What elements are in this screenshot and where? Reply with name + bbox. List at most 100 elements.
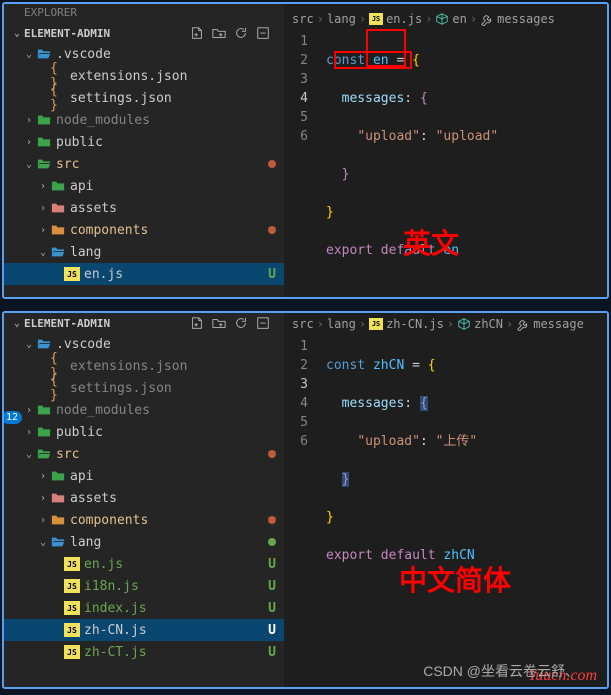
tree-file-extensions[interactable]: { }extensions.json: [4, 65, 284, 87]
folder-icon: [36, 156, 52, 172]
tree-folder-api[interactable]: › api: [4, 175, 284, 197]
tree-file-settings[interactable]: { }settings.json: [4, 377, 284, 399]
refresh-icon[interactable]: [234, 316, 248, 330]
js-icon: JS: [64, 557, 80, 571]
folder-icon: [36, 112, 52, 128]
folder-icon: [36, 336, 52, 352]
folder-icon: [50, 178, 66, 194]
breadcrumb-part[interactable]: zh-CN.js: [386, 317, 444, 331]
breadcrumb-part[interactable]: en: [452, 12, 466, 26]
breadcrumb[interactable]: src› lang› JS zh-CN.js› zhCN› message: [284, 313, 607, 335]
tree-file-en-js[interactable]: JSen.jsU: [4, 553, 284, 575]
breadcrumb-part[interactable]: message: [533, 317, 584, 331]
tree-label: node_modules: [56, 403, 276, 418]
tree-folder-src[interactable]: ⌄src: [4, 153, 284, 175]
tree-folder-api[interactable]: › api: [4, 465, 284, 487]
tree-label: src: [56, 447, 268, 462]
tree-folder-components[interactable]: ›components: [4, 509, 284, 531]
tree-label: node_modules: [56, 113, 276, 128]
tree-label: assets: [70, 491, 276, 506]
line-gutter: 123 456: [284, 30, 326, 299]
tree-file-i18n-js[interactable]: JSi18n.jsU: [4, 575, 284, 597]
git-status-u: U: [268, 645, 276, 660]
breadcrumb-part[interactable]: en.js: [386, 12, 422, 26]
tree-folder-lang[interactable]: ⌄lang: [4, 241, 284, 263]
chevron-right-icon: ›: [36, 471, 50, 482]
modified-dot-icon: [268, 226, 276, 234]
tree-label: api: [70, 469, 276, 484]
breadcrumb-part[interactable]: src: [292, 317, 314, 331]
collapse-icon[interactable]: [256, 316, 270, 330]
tree-label: public: [56, 135, 276, 150]
code-editor[interactable]: const en = { messages: { "upload": "uplo…: [326, 30, 607, 299]
breadcrumb-part[interactable]: src: [292, 12, 314, 26]
tree-folder-lang[interactable]: ⌄lang: [4, 531, 284, 553]
folder-icon: [36, 424, 52, 440]
js-icon: JS: [64, 645, 80, 659]
tree-folder-node-modules[interactable]: › node_modules: [4, 109, 284, 131]
breadcrumb-part[interactable]: messages: [497, 12, 555, 26]
tree-label: api: [70, 179, 276, 194]
tree-folder-vscode[interactable]: ⌄.vscode: [4, 43, 284, 65]
activity-badge: 12: [2, 411, 22, 424]
section-header[interactable]: ⌄ ELEMENT-ADMIN: [4, 23, 284, 43]
git-status-u: U: [268, 267, 276, 282]
js-icon: JS: [64, 601, 80, 615]
tree-label: index.js: [84, 601, 268, 616]
tree-file-zh-cn-js[interactable]: JSzh-CN.jsU: [4, 619, 284, 641]
file-tree[interactable]: ⌄.vscode { }extensions.json { }settings.…: [4, 333, 284, 687]
chevron-right-icon: ›: [22, 115, 36, 126]
tree-folder-public[interactable]: ›public: [4, 131, 284, 153]
wrench-icon: [480, 12, 494, 26]
breadcrumb-part[interactable]: lang: [327, 12, 356, 26]
chevron-right-icon: ›: [36, 225, 50, 236]
modified-dot-icon: [268, 450, 276, 458]
folder-icon: [36, 446, 52, 462]
chevron-down-icon: ⌄: [22, 49, 36, 60]
folder-icon: [50, 200, 66, 216]
file-tree[interactable]: ⌄.vscode { }extensions.json { }settings.…: [4, 43, 284, 297]
breadcrumb-part[interactable]: lang: [327, 317, 356, 331]
tree-folder-node-modules[interactable]: ›node_modules: [4, 399, 284, 421]
new-folder-icon[interactable]: [212, 26, 226, 40]
tree-folder-vscode[interactable]: ⌄.vscode: [4, 333, 284, 355]
tree-label: settings.json: [70, 381, 276, 396]
folder-icon: [36, 46, 52, 62]
tree-folder-src[interactable]: ⌄src: [4, 443, 284, 465]
folder-icon: [50, 244, 66, 260]
chevron-right-icon: ›: [36, 181, 50, 192]
tree-file-settings[interactable]: { }settings.json: [4, 87, 284, 109]
caption-english: 英文: [403, 222, 459, 262]
chevron-down-icon: ⌄: [36, 537, 50, 548]
tree-label: .vscode: [56, 337, 276, 352]
breadcrumb-part[interactable]: zhCN: [474, 317, 503, 331]
breadcrumb[interactable]: src› lang› JS en.js› en› messages: [284, 8, 607, 30]
json-icon: { }: [50, 358, 66, 374]
refresh-icon[interactable]: [234, 26, 248, 40]
tree-file-en-js[interactable]: JSen.jsU: [4, 263, 284, 285]
explorer-label: EXPLORER: [4, 4, 284, 23]
cube-icon: [435, 12, 449, 26]
tree-folder-components[interactable]: ›components: [4, 219, 284, 241]
tree-folder-assets[interactable]: ›assets: [4, 197, 284, 219]
folder-icon: [50, 534, 66, 550]
tree-file-zh-ct-js[interactable]: JSzh-CT.jsU: [4, 641, 284, 663]
section-header[interactable]: ⌄ ELEMENT-ADMIN: [4, 313, 284, 333]
chevron-right-icon: ›: [22, 427, 36, 438]
new-file-icon[interactable]: [190, 316, 204, 330]
tree-folder-public[interactable]: ›public: [4, 421, 284, 443]
chevron-down-icon: ⌄: [36, 247, 50, 258]
section-title: ELEMENT-ADMIN: [24, 27, 190, 40]
folder-icon: [50, 468, 66, 484]
new-file-icon[interactable]: [190, 26, 204, 40]
git-status-u: U: [268, 601, 276, 616]
tree-label: en.js: [84, 267, 268, 282]
code-editor[interactable]: const zhCN = { messages: { "upload": "上传…: [326, 335, 607, 687]
collapse-icon[interactable]: [256, 26, 270, 40]
line-gutter: 123 456: [284, 335, 326, 687]
new-folder-icon[interactable]: [212, 316, 226, 330]
tree-folder-assets[interactable]: ›assets: [4, 487, 284, 509]
tree-file-index-js[interactable]: JS index.jsU: [4, 597, 284, 619]
tree-file-extensions[interactable]: { }extensions.json: [4, 355, 284, 377]
json-icon: { }: [50, 90, 66, 106]
